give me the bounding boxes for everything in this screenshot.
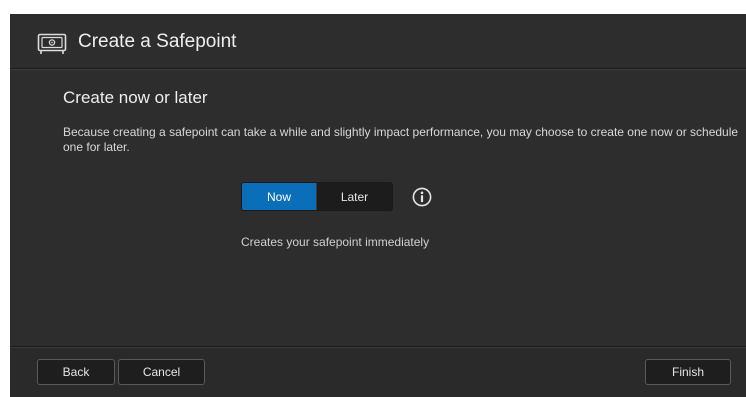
- safepoint-dialog: Create a Safepoint Create now or later B…: [10, 14, 746, 397]
- dialog-title: Create a Safepoint: [78, 31, 237, 52]
- back-button[interactable]: Back: [37, 359, 115, 385]
- dialog-header: Create a Safepoint: [10, 14, 746, 69]
- later-option-button[interactable]: Later: [316, 183, 392, 210]
- description-text: Because creating a safepoint can take a …: [63, 125, 739, 154]
- section-title: Create now or later: [63, 88, 208, 107]
- info-icon[interactable]: [412, 187, 432, 207]
- now-later-toggle: Now Later: [241, 182, 393, 211]
- finish-button[interactable]: Finish: [645, 359, 731, 385]
- cancel-button[interactable]: Cancel: [118, 359, 205, 385]
- mode-hint-text: Creates your safepoint immediately: [241, 235, 430, 249]
- dialog-footer: Back Cancel Finish: [10, 346, 746, 397]
- now-option-button[interactable]: Now: [242, 183, 316, 210]
- safe-icon: [37, 33, 67, 54]
